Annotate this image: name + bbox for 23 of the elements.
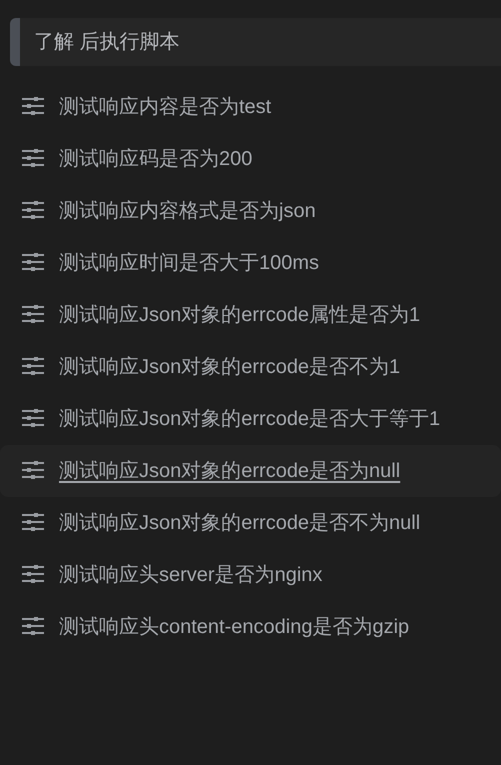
sliders-icon: [22, 513, 44, 531]
script-link[interactable]: 测试响应内容格式是否为json: [0, 185, 501, 237]
script-link[interactable]: 测试响应头content-encoding是否为gzip: [0, 601, 501, 653]
sliders-icon: [22, 97, 44, 115]
section-title: 了解 后执行脚本: [34, 30, 180, 55]
sliders-icon: [22, 409, 44, 427]
script-link[interactable]: 测试响应头server是否为nginx: [0, 549, 501, 601]
sliders-icon: [22, 201, 44, 219]
sliders-icon: [22, 253, 44, 271]
script-link[interactable]: 测试响应Json对象的errcode是否为null: [0, 445, 501, 497]
script-link[interactable]: 测试响应Json对象的errcode是否大于等于1: [0, 393, 501, 445]
script-link[interactable]: 测试响应Json对象的errcode是否不为null: [0, 497, 501, 549]
script-link[interactable]: 测试响应内容是否为test: [0, 81, 501, 133]
script-link[interactable]: 测试响应Json对象的errcode是否不为1: [0, 341, 501, 393]
sliders-icon: [22, 461, 44, 479]
script-link[interactable]: 测试响应时间是否大于100ms: [0, 237, 501, 289]
sliders-icon: [22, 617, 44, 635]
script-link[interactable]: 测试响应码是否为200: [0, 133, 501, 185]
sliders-icon: [22, 357, 44, 375]
sliders-icon: [22, 305, 44, 323]
script-link[interactable]: 测试响应Json对象的errcode属性是否为1: [0, 289, 501, 341]
sliders-icon: [22, 149, 44, 167]
sliders-icon: [22, 565, 44, 583]
